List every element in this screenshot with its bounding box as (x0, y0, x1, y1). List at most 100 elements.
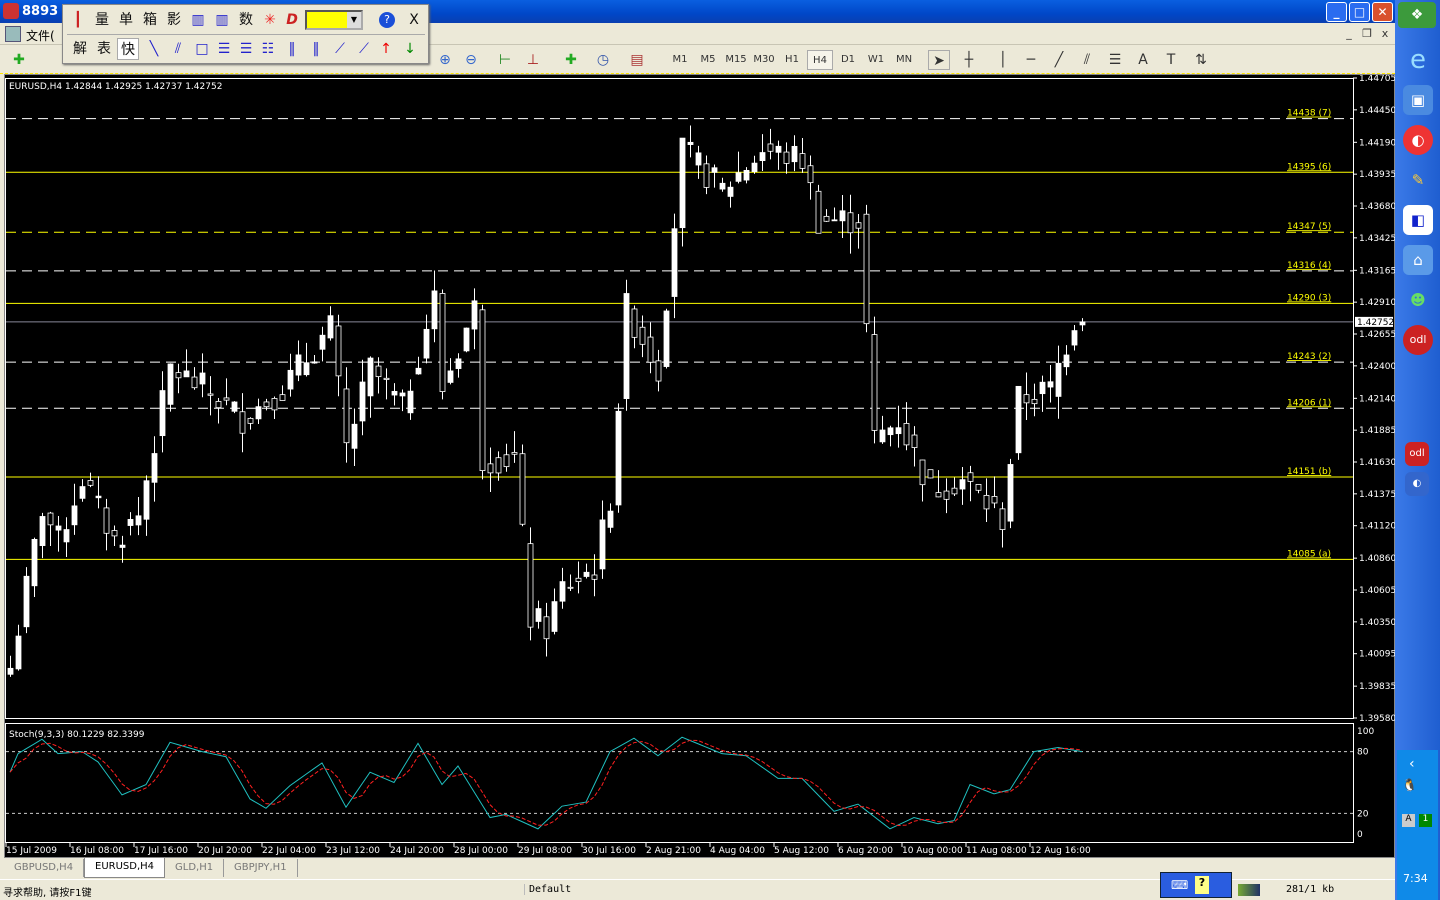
mdi-minimize-button[interactable]: _ (1342, 27, 1356, 41)
x-tick-label: 24 Jul 20:00 (390, 846, 444, 856)
text-tool-icon[interactable]: A (1132, 50, 1154, 70)
candle-bull (751, 162, 758, 172)
task-icon[interactable]: ◐ (1405, 472, 1429, 496)
timeframe-m1[interactable]: M1 (667, 50, 693, 70)
toolbar-btn-4[interactable]: 影 (163, 9, 185, 31)
chevron-down-icon[interactable]: ▼ (347, 12, 361, 28)
fibo-icon[interactable]: ☰ (235, 38, 257, 60)
fan-icon[interactable]: ⟋ (329, 38, 351, 60)
ime-a-icon[interactable]: A (1402, 814, 1415, 827)
candle-bear (1023, 394, 1030, 404)
tab-gbpjpy-h1[interactable]: GBPJPY,H1 (224, 859, 298, 877)
users-icon[interactable]: ☻ (1403, 285, 1433, 315)
tab-gld-h1[interactable]: GLD,H1 (165, 859, 225, 877)
x-tick-label: 6 Aug 20:00 (838, 846, 893, 856)
candle-bear (823, 215, 830, 222)
chevron-left-icon[interactable]: ‹ (1409, 756, 1415, 772)
arrow-down-icon[interactable]: ↓ (399, 38, 421, 60)
timeframe-h1[interactable]: H1 (779, 50, 805, 70)
chart-header: EURUSD,H4 1.42844 1.42925 1.42737 1.4275… (9, 82, 222, 92)
arrow-up-icon[interactable]: ↑ (375, 38, 397, 60)
indicators-icon[interactable]: ✚ (560, 50, 582, 70)
ie-icon[interactable]: e (1403, 45, 1433, 75)
arrows-icon[interactable]: ⇅ (1190, 50, 1212, 70)
fibo-fan-icon[interactable]: ⟋ (353, 38, 375, 60)
task-icon[interactable]: odl (1405, 442, 1429, 466)
close-button[interactable]: ✕ (1372, 2, 1393, 22)
timeframe-d1[interactable]: D1 (835, 50, 861, 70)
cycle-lines-icon[interactable]: ‖ (281, 38, 303, 60)
app-icon[interactable]: ⌂ (1403, 245, 1433, 275)
x-tick-label: 17 Jul 16:00 (134, 846, 188, 856)
toolbar-btn-5[interactable]: 数 (235, 9, 257, 31)
help-icon[interactable]: ? (1195, 876, 1209, 894)
dy-icon[interactable]: D (281, 9, 303, 31)
one-icon[interactable]: 1 (1419, 814, 1432, 827)
odl-icon[interactable]: odl (1403, 325, 1433, 355)
tab-eurusd-h4[interactable]: EURUSD,H4 (84, 858, 166, 878)
label-tool-icon[interactable]: T (1160, 50, 1182, 70)
app-icon[interactable]: ▣ (1403, 85, 1433, 115)
cross-icon[interactable]: ✳ (259, 9, 281, 31)
timeframe-m15[interactable]: M15 (723, 50, 749, 70)
candles-icon[interactable]: ┃ (67, 9, 89, 31)
templates-icon[interactable]: ▤ (626, 50, 648, 70)
start-button[interactable]: ❖ (1398, 2, 1436, 28)
pencils-icon[interactable]: ✎ (1403, 165, 1433, 195)
keyboard-icon[interactable]: ⌨ (1171, 878, 1188, 892)
cycle-lines2-icon[interactable]: ‖ (305, 38, 327, 60)
maximize-button[interactable]: □ (1349, 2, 1370, 22)
timeframe-mn[interactable]: MN (891, 50, 917, 70)
fibo-time-icon[interactable]: ☷ (257, 38, 279, 60)
histogram-icon[interactable]: ▥ (187, 9, 209, 31)
candle-bear (911, 434, 918, 448)
qq-icon[interactable]: 🐧 (1402, 778, 1417, 792)
autoscroll-icon[interactable]: ⊥ (522, 50, 544, 70)
crosshair-icon[interactable]: ┼ (958, 50, 980, 70)
toolbar-btn-2[interactable]: 单 (115, 9, 137, 31)
cursor-icon[interactable]: ➤ (928, 50, 950, 70)
timeframe-h4[interactable]: H4 (807, 50, 833, 70)
horizontal-line-icon[interactable]: ─ (1020, 50, 1042, 70)
toolbar-btn-7[interactable]: 表 (93, 38, 115, 60)
y-tick-label: 1.41885 (1359, 426, 1396, 436)
toolbar-btn-1[interactable]: 量 (91, 9, 113, 31)
timeframe-w1[interactable]: W1 (863, 50, 889, 70)
trendline-icon[interactable]: ╱ (1048, 50, 1070, 70)
line-icon[interactable]: ╲ (143, 38, 165, 60)
channel-icon[interactable]: ⫽ (167, 38, 189, 60)
app-icon[interactable]: ◐ (1403, 125, 1433, 155)
zoom-out-icon[interactable]: ⊖ (460, 50, 482, 70)
tab-gbpusd-h4[interactable]: GBPUSD,H4 (4, 859, 85, 877)
close-icon[interactable]: X (403, 9, 425, 31)
toolbar-btn-3[interactable]: 箱 (139, 9, 161, 31)
timeframe-m30[interactable]: M30 (751, 50, 777, 70)
periods-clock-icon[interactable]: ◷ (592, 50, 614, 70)
candle-bull (55, 525, 62, 531)
histogram2-icon[interactable]: ▥ (211, 9, 233, 31)
minimize-button[interactable]: _ (1326, 2, 1347, 22)
chart-window[interactable]: 14438 (7) 14395 (6) 14347 (5) 14316 (4) 1429… (4, 74, 1396, 859)
price-chart[interactable]: 14438 (7) 14395 (6) 14347 (5) 14316 (4) 1429… (5, 75, 1396, 859)
candle-bear (103, 507, 110, 534)
zoom-in-icon[interactable]: ⊕ (434, 50, 456, 70)
level-label: 14085 (a) (1287, 549, 1331, 559)
rectangle-icon[interactable]: □ (191, 38, 213, 60)
candle-bear (527, 543, 534, 628)
menu-file[interactable]: 文件( (26, 27, 55, 44)
help-icon[interactable]: ? (379, 12, 395, 28)
chart-shift-icon[interactable]: ⊢ (494, 50, 516, 70)
mdi-close-button[interactable]: x (1378, 27, 1392, 41)
mdi-restore-button[interactable]: ❐ (1360, 27, 1374, 41)
ime-bar[interactable]: ⌨ ? (1160, 872, 1232, 898)
color-picker[interactable]: ▼ (305, 10, 363, 30)
toolbar-btn-8[interactable]: 快 (117, 38, 139, 60)
gann-icon[interactable]: ☰ (213, 38, 235, 60)
vertical-line-icon[interactable]: │ (992, 50, 1014, 70)
new-chart-icon[interactable]: ✚ (8, 50, 30, 70)
fibo-channel-icon[interactable]: ⫽ (1076, 50, 1098, 70)
toolbar-btn-6[interactable]: 解 (69, 38, 91, 60)
fibo-levels-icon[interactable]: ☰ (1104, 50, 1126, 70)
timeframe-m5[interactable]: M5 (695, 50, 721, 70)
app-icon[interactable]: ◧ (1403, 205, 1433, 235)
